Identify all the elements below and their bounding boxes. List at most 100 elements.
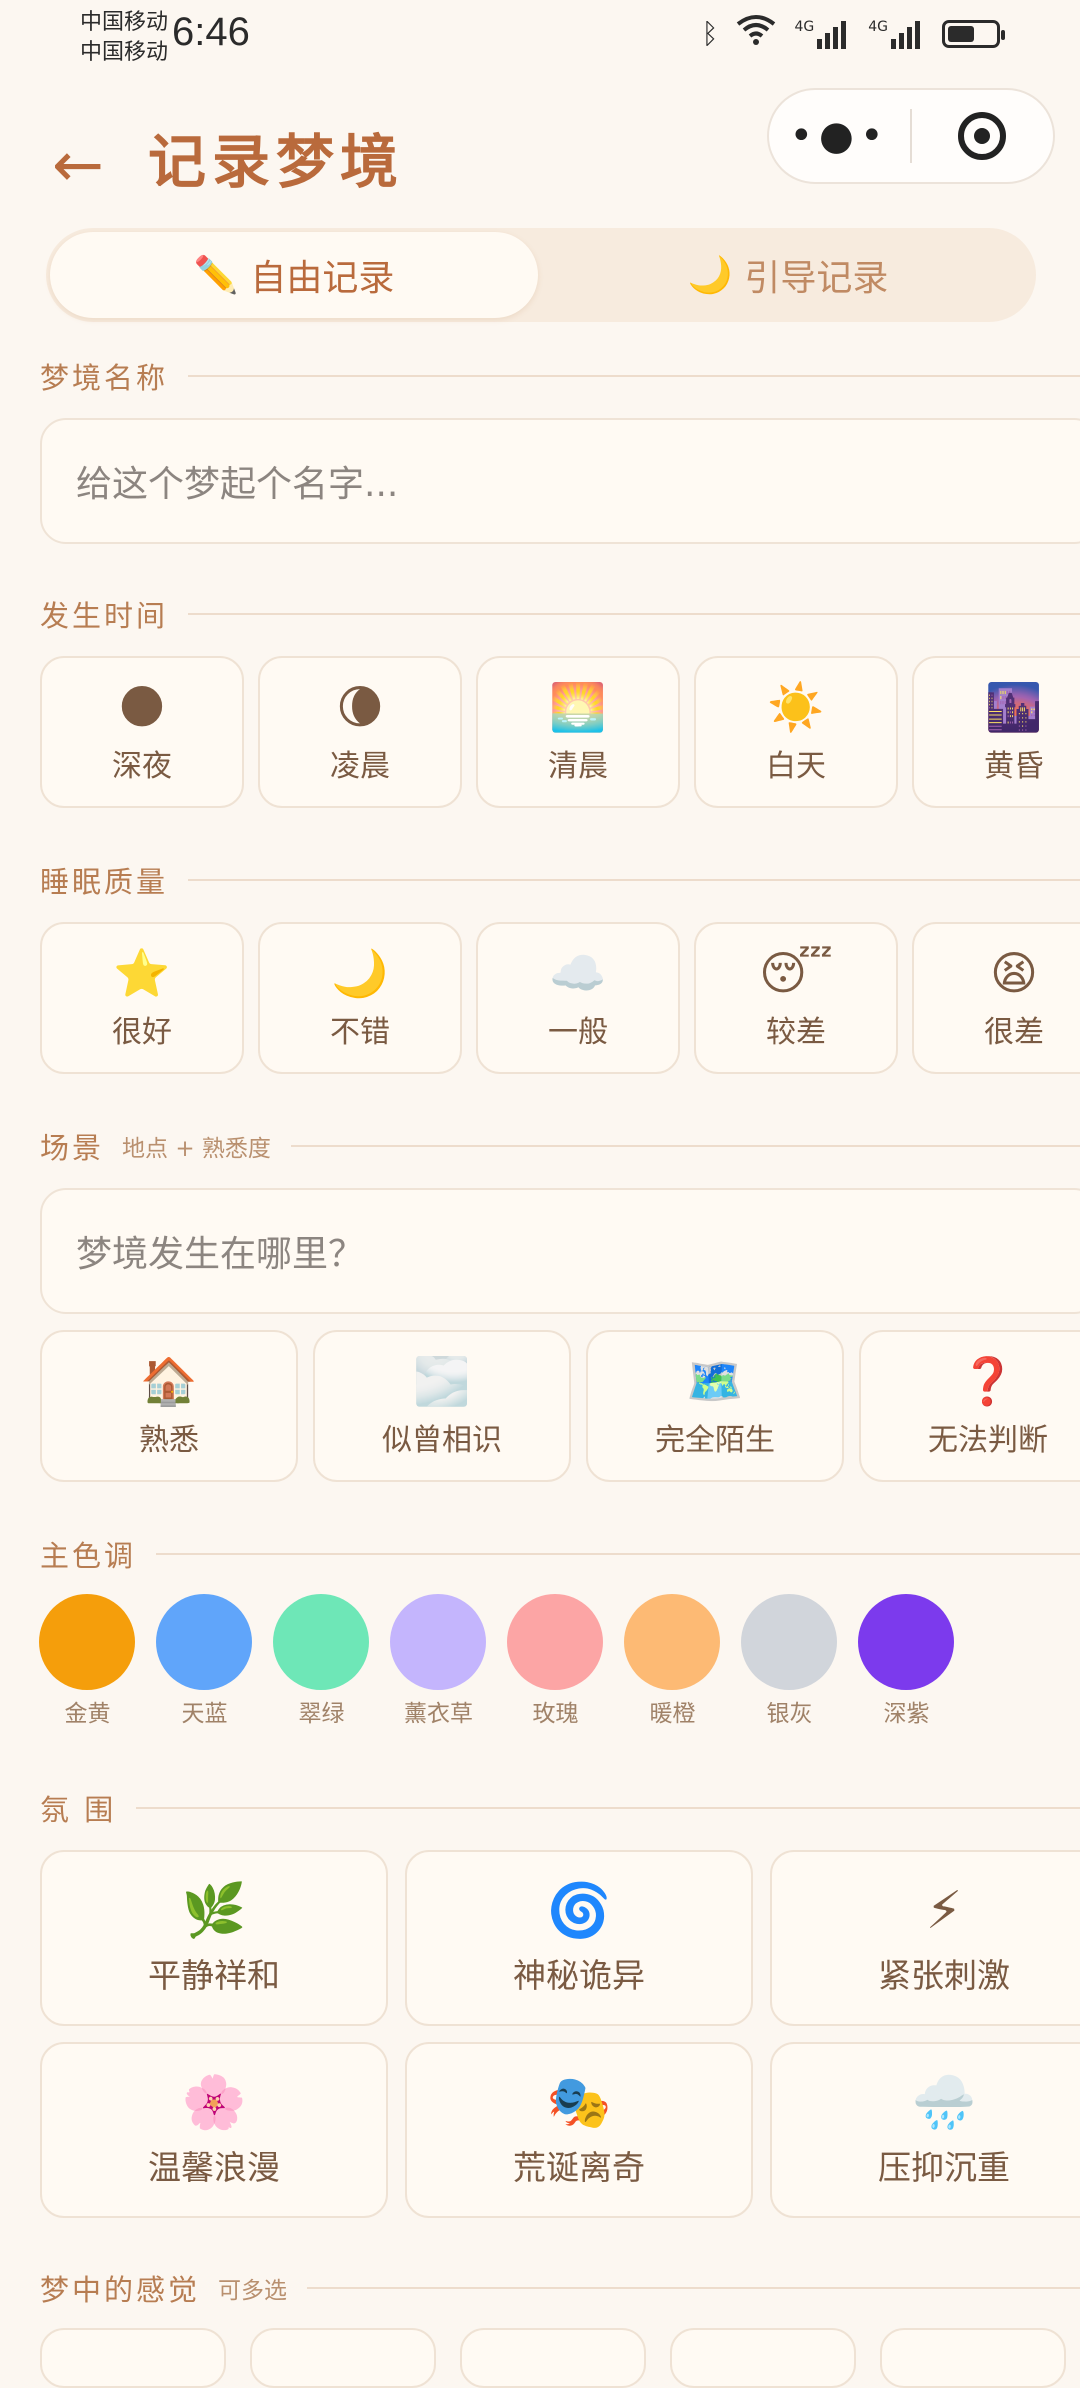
- bluetooth-icon: ᛒ: [701, 17, 719, 50]
- tab-guided-record[interactable]: 🌙 引导记录: [546, 232, 1030, 318]
- mini-program-capsule: •●•: [767, 88, 1055, 184]
- cyclone-icon: 🌀: [546, 1881, 612, 1941]
- section-title: 发生时间: [40, 599, 169, 633]
- sunrise-icon: 🌅: [549, 680, 607, 734]
- theater-masks-icon: 🎭: [546, 2073, 612, 2133]
- color-swatch[interactable]: [858, 1594, 954, 1690]
- mood-option-romantic[interactable]: 🌸 温馨浪漫: [40, 2042, 388, 2218]
- status-bar: 中国移动 中国移动 6:46 ᛒ 4G 4G: [0, 0, 1080, 75]
- herb-icon: 🌿: [181, 1881, 247, 1941]
- close-miniprogram-button[interactable]: [912, 112, 1053, 160]
- carrier-label-2: 中国移动: [80, 40, 169, 65]
- target-icon: [958, 112, 1007, 160]
- option-label: 熟悉: [139, 1423, 199, 1458]
- section-sleep-quality: 睡眠质量: [40, 858, 1080, 902]
- time-option-late-night[interactable]: 🌑 深夜: [40, 656, 244, 808]
- waning-moon-icon: 🌘: [336, 680, 384, 734]
- option-label: 凌晨: [330, 749, 390, 784]
- section-divider: [188, 879, 1080, 881]
- option-label: 压抑沉重: [878, 2148, 1010, 2187]
- section-title: 梦中的感觉: [40, 2273, 201, 2307]
- option-label: 荒诞离奇: [513, 2148, 645, 2187]
- time-option-dusk[interactable]: 🌆 黄昏: [912, 656, 1080, 808]
- option-label: 清晨: [548, 749, 608, 784]
- tired-face-icon: 😫: [990, 946, 1038, 1000]
- sun-icon: ☀️: [767, 680, 825, 734]
- blossom-icon: 🌸: [181, 2073, 247, 2133]
- new-moon-icon: 🌑: [118, 680, 166, 734]
- color-swatch[interactable]: [741, 1594, 837, 1690]
- color-swatch[interactable]: [390, 1594, 486, 1690]
- section-hint: 地点 + 熟悉度: [122, 1136, 271, 1162]
- color-swatch-label: 银灰: [766, 1701, 813, 1727]
- sleep-option-poor[interactable]: 😴 较差: [694, 922, 898, 1074]
- section-divider: [156, 1553, 1080, 1555]
- sleep-option-very-good[interactable]: ⭐ 很好: [40, 922, 244, 1074]
- scene-option-familiar[interactable]: 🏠 熟悉: [40, 1330, 298, 1482]
- tab-label: 引导记录: [744, 258, 889, 299]
- section-atmosphere: 氛 围: [40, 1786, 1080, 1830]
- star-icon: ⭐: [113, 946, 171, 1000]
- crescent-moon-icon: 🌙: [331, 946, 389, 1000]
- option-label: 不错: [330, 1015, 390, 1050]
- section-divider: [307, 2287, 1080, 2289]
- mood-option-calm[interactable]: 🌿 平静祥和: [40, 1850, 388, 2026]
- pencil-icon: ✏️: [193, 255, 239, 296]
- color-swatch[interactable]: [273, 1594, 369, 1690]
- mood-option-absurd[interactable]: 🎭 荒诞离奇: [405, 2042, 753, 2218]
- mood-option-tense[interactable]: ⚡ 紧张刺激: [770, 1850, 1080, 2026]
- time-option-daytime[interactable]: ☀️ 白天: [694, 656, 898, 808]
- option-label: 温馨浪漫: [148, 2148, 280, 2187]
- page-title: 记录梦境: [148, 128, 405, 196]
- feeling-option[interactable]: [40, 2328, 226, 2388]
- more-options-icon[interactable]: •●•: [769, 113, 910, 159]
- mood-option-mysterious[interactable]: 🌀 神秘诡异: [405, 1850, 753, 2026]
- section-divider: [290, 1145, 1080, 1147]
- tab-free-record[interactable]: ✏️ 自由记录: [50, 232, 538, 318]
- question-mark-icon: ❓: [959, 1354, 1017, 1408]
- color-swatch-label: 玫瑰: [532, 1701, 579, 1727]
- section-time: 发生时间: [40, 592, 1080, 636]
- feeling-option[interactable]: [460, 2328, 646, 2388]
- time-option-morning[interactable]: 🌅 清晨: [476, 656, 680, 808]
- option-label: 无法判断: [928, 1423, 1048, 1458]
- sleep-option-very-poor[interactable]: 😫 很差: [912, 922, 1080, 1074]
- scene-option-deja-vu[interactable]: 🌫️ 似曾相识: [313, 1330, 571, 1482]
- fog-icon: 🌫️: [413, 1354, 471, 1408]
- option-label: 紧张刺激: [878, 1956, 1010, 1995]
- option-label: 白天: [766, 749, 826, 784]
- dream-name-input[interactable]: 给这个梦起个名字...: [40, 418, 1080, 544]
- color-swatch[interactable]: [39, 1594, 135, 1690]
- rain-cloud-icon: 🌧️: [911, 2073, 977, 2133]
- color-swatch[interactable]: [156, 1594, 252, 1690]
- feeling-option[interactable]: [250, 2328, 436, 2388]
- color-swatch[interactable]: [507, 1594, 603, 1690]
- section-dream-name: 梦境名称: [40, 354, 1080, 398]
- sleep-option-good[interactable]: 🌙 不错: [258, 922, 462, 1074]
- option-label: 平静祥和: [148, 1956, 280, 1995]
- sleep-option-average[interactable]: ☁️ 一般: [476, 922, 680, 1074]
- wifi-icon: [736, 14, 776, 53]
- feeling-option[interactable]: [670, 2328, 856, 2388]
- carrier-info: 中国移动 中国移动: [80, 8, 168, 68]
- section-scene: 场景 地点 + 熟悉度: [40, 1124, 1080, 1168]
- feeling-option[interactable]: [880, 2328, 1066, 2388]
- sleeping-face-icon: 😴: [759, 946, 833, 1000]
- color-swatch[interactable]: [624, 1594, 720, 1690]
- color-swatch-label: 翠绿: [298, 1701, 345, 1727]
- scene-option-unsure[interactable]: ❓ 无法判断: [859, 1330, 1080, 1482]
- mood-option-heavy[interactable]: 🌧️ 压抑沉重: [770, 2042, 1080, 2218]
- scene-option-unfamiliar[interactable]: 🗺️ 完全陌生: [586, 1330, 844, 1482]
- signal-icon: 4G: [794, 19, 850, 49]
- back-arrow-icon[interactable]: ←: [52, 125, 112, 205]
- tab-label: 自由记录: [250, 258, 395, 299]
- color-swatch-label: 金黄: [64, 1701, 111, 1727]
- record-mode-tabs: ✏️ 自由记录 🌙 引导记录: [46, 228, 1036, 322]
- time-option-early-morning[interactable]: 🌘 凌晨: [258, 656, 462, 808]
- scene-location-input[interactable]: 梦境发生在哪里？: [40, 1188, 1080, 1314]
- color-swatch-label: 深紫: [883, 1701, 930, 1727]
- house-icon: 🏠: [140, 1354, 198, 1408]
- section-title: 场景: [40, 1131, 105, 1165]
- city-dusk-icon: 🌆: [985, 680, 1043, 734]
- option-label: 完全陌生: [655, 1423, 775, 1458]
